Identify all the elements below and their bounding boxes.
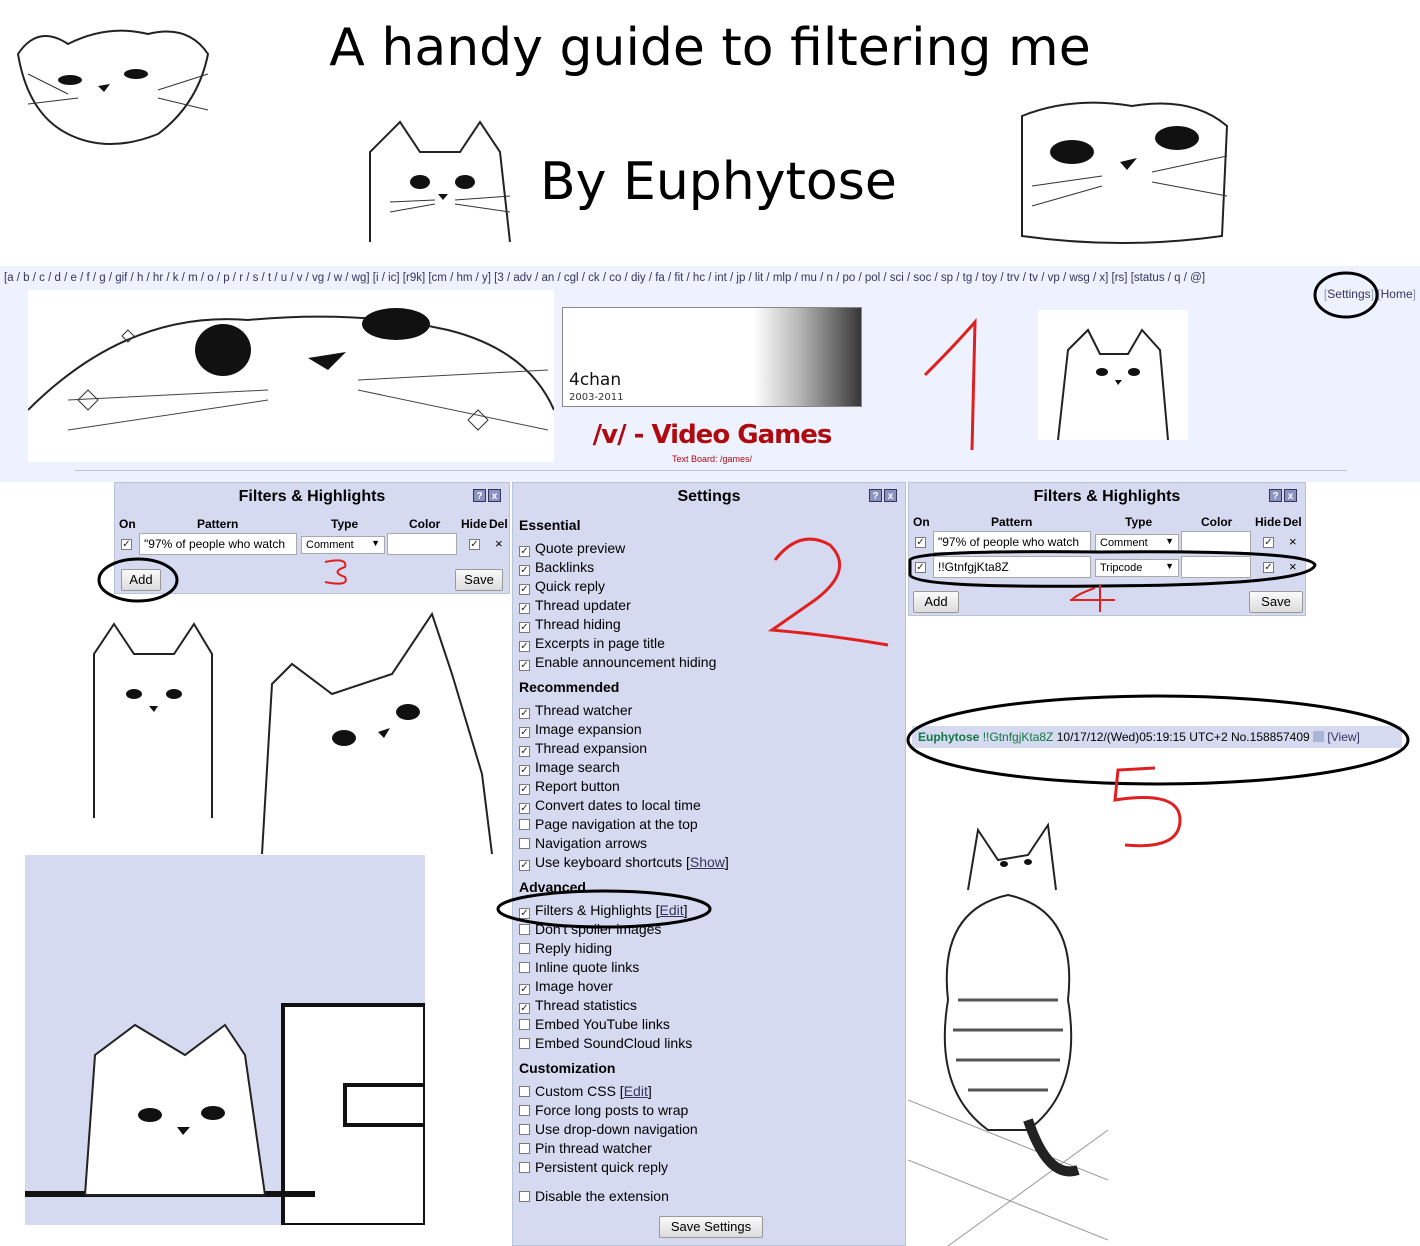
annotation-layer: 1 — [97, 271, 1410, 929]
annotation-1: 1 — [968, 391, 969, 393]
